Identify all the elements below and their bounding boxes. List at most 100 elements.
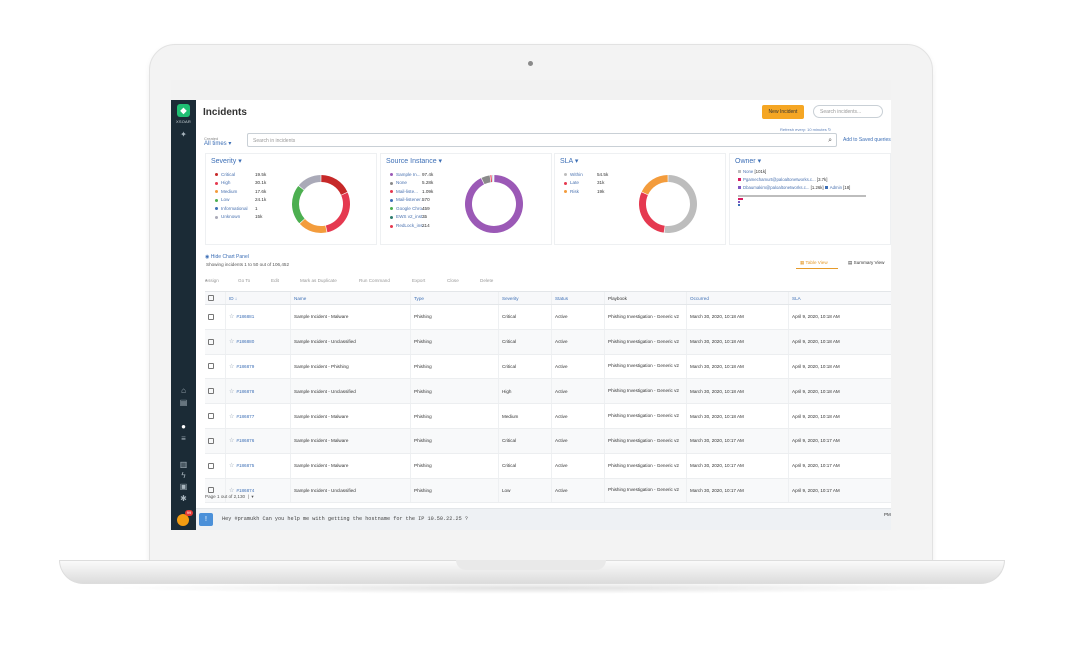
col-name[interactable]: Name (290, 292, 410, 304)
row-checkbox[interactable] (208, 462, 214, 469)
playbooks-icon[interactable]: ▥ (179, 460, 188, 469)
row-checkbox[interactable] (208, 437, 214, 444)
cli-toggle-button[interactable]: ! (199, 513, 213, 526)
marketplace-icon[interactable]: ▣ (179, 482, 188, 491)
col-severity[interactable]: Severity (498, 292, 551, 304)
donut-slice[interactable] (664, 175, 698, 233)
owner-bar[interactable] (738, 195, 866, 197)
table-row[interactable]: ☆ #186876 Sample Incident - Malware Phishin… (205, 428, 891, 454)
owner-bar[interactable] (738, 204, 740, 206)
donut-slice[interactable] (490, 175, 493, 183)
table-row[interactable]: ☆ #186878 Sample Incident - Unclassified Ph… (205, 379, 891, 405)
incident-id-link[interactable]: #186875 (236, 463, 254, 468)
page-size-chevron-icon[interactable]: ▾ (251, 494, 253, 499)
row-checkbox[interactable] (208, 487, 214, 494)
star-icon[interactable]: ☆ (229, 437, 234, 444)
col-type[interactable]: Type (410, 292, 498, 304)
owner-title[interactable]: Owner ▾ (735, 157, 761, 165)
cli-input[interactable]: Hey #pramukh Can you help me with gettin… (222, 516, 468, 522)
donut-slice[interactable] (641, 175, 668, 195)
owner-bar[interactable] (738, 201, 740, 203)
home-icon[interactable]: ⌂ (179, 386, 188, 395)
table-row[interactable]: ☆ #186881 Sample Incident - Malware Phishin… (205, 305, 891, 330)
automation-icon[interactable]: ϟ (179, 471, 188, 480)
donut-slice[interactable] (465, 175, 523, 233)
donut-slice[interactable] (325, 192, 350, 233)
row-checkbox[interactable] (208, 388, 214, 395)
export-button[interactable]: Export (412, 278, 425, 283)
donut-slice[interactable] (298, 175, 321, 190)
table-row[interactable]: ☆ #186880 Sample Incident - Unclassified Ph… (205, 329, 891, 355)
close-button[interactable]: Close (447, 278, 459, 283)
select-all-checkbox[interactable] (208, 295, 214, 301)
severity-title[interactable]: Severity ▾ (211, 157, 242, 165)
incidents-icon[interactable]: ● (179, 422, 188, 431)
incident-id-link[interactable]: #186881 (236, 314, 254, 319)
star-icon[interactable]: ☆ (229, 388, 234, 395)
donut-slice[interactable] (292, 185, 305, 224)
star-icon[interactable]: ☆ (229, 413, 234, 420)
hide-chart-panel-link[interactable]: ◉ Hide Chart Panel (205, 254, 249, 260)
refresh-interval[interactable]: Refresh every: 10 minutes ↻ (780, 127, 831, 132)
type-value: Phishing (414, 363, 432, 369)
name-value: Sample Incident - Unclassified (294, 388, 356, 394)
col-occurred[interactable]: Occurred (686, 292, 788, 304)
incident-id-link[interactable]: #186876 (236, 438, 254, 443)
sla-title[interactable]: SLA ▾ (560, 157, 578, 165)
run-command-button[interactable]: Run Command (359, 278, 390, 283)
star-icon[interactable]: ☆ (229, 363, 234, 370)
table-row[interactable]: ☆ #186874 Sample Incident - Unclassified Ph… (205, 478, 891, 504)
panel-title-label: Source Instance (386, 158, 437, 165)
table-row[interactable]: ☆ #186875 Sample Incident - Malware Phishin… (205, 453, 891, 479)
owner-legend-item[interactable]: None [101k] (738, 169, 891, 177)
incident-id-link[interactable]: #186874 (236, 488, 254, 493)
star-icon[interactable]: ☆ (229, 313, 234, 320)
sla-donut (639, 175, 698, 233)
donut-slice[interactable] (639, 192, 665, 233)
row-checkbox[interactable] (208, 338, 214, 345)
incident-id-link[interactable]: #186878 (236, 389, 254, 394)
table-row[interactable]: ☆ #186877 Sample Incident - Malware Phishin… (205, 404, 891, 429)
incident-id-link[interactable]: #186880 (236, 339, 254, 344)
star-icon[interactable]: ☆ (229, 487, 234, 494)
incident-id-link[interactable]: #186879 (236, 364, 254, 369)
delete-button[interactable]: Delete (480, 278, 493, 283)
add-saved-query-link[interactable]: Add to Saved queries (843, 137, 891, 143)
query-input[interactable]: Search in incidents ⌕ (247, 133, 837, 147)
star-icon[interactable]: ☆ (229, 462, 234, 469)
gear-icon[interactable]: ✱ (179, 494, 188, 503)
mark-duplicate-button[interactable]: Mark as Duplicate (300, 278, 337, 283)
row-checkbox[interactable] (208, 413, 214, 420)
col-playbook[interactable]: Playbook (604, 292, 686, 304)
owner-bar[interactable] (738, 198, 743, 200)
pin-icon[interactable]: ✦ (179, 130, 188, 139)
search-incidents-input[interactable]: Search incidents... (813, 105, 883, 118)
source-instance-title[interactable]: Source Instance ▾ (386, 157, 442, 165)
search-icon[interactable]: ⌕ (828, 134, 832, 148)
col-id[interactable]: ID ↓ (225, 292, 290, 304)
cell-sla: April 9, 2020, 10:18 AM (788, 354, 891, 379)
new-incident-button[interactable]: New Incident (762, 105, 804, 119)
tab-table-view[interactable]: ▦ Table View (800, 260, 828, 266)
donut-slice[interactable] (299, 219, 327, 233)
star-icon[interactable]: ☆ (229, 338, 234, 345)
tab-summary-view[interactable]: ▤ Summary View (848, 260, 884, 266)
refresh-icon[interactable]: ↻ (828, 127, 831, 132)
col-sla[interactable]: SLA (788, 292, 891, 304)
col-status[interactable]: Status (551, 292, 604, 304)
row-checkbox[interactable] (208, 363, 214, 370)
donut-slice[interactable] (492, 175, 493, 183)
goto-button[interactable]: Go To (238, 278, 250, 283)
xsoar-logo-icon[interactable]: ◆ (177, 104, 190, 117)
donut-slice[interactable] (321, 175, 348, 195)
created-dropdown[interactable]: All times ▾ (204, 140, 231, 147)
owner-legend-item[interactable]: Pgamechamurt@paloaltonetworks.c... [3.7k… (738, 177, 891, 185)
table-row[interactable]: ☆ #186879 Sample Incident - Phishing Phishi… (205, 354, 891, 380)
row-checkbox[interactable] (208, 313, 214, 320)
dashboard-icon[interactable]: ▤ (179, 398, 188, 407)
legend-label: Mail-listener... (396, 197, 425, 203)
edit-button[interactable]: Edit (271, 278, 279, 283)
jobs-icon[interactable]: ≡ (179, 434, 188, 443)
owner-legend-item[interactable]: Dbaumakim@paloaltonetworks.c... [1.26k] … (738, 185, 891, 193)
incident-id-link[interactable]: #186877 (236, 414, 254, 419)
